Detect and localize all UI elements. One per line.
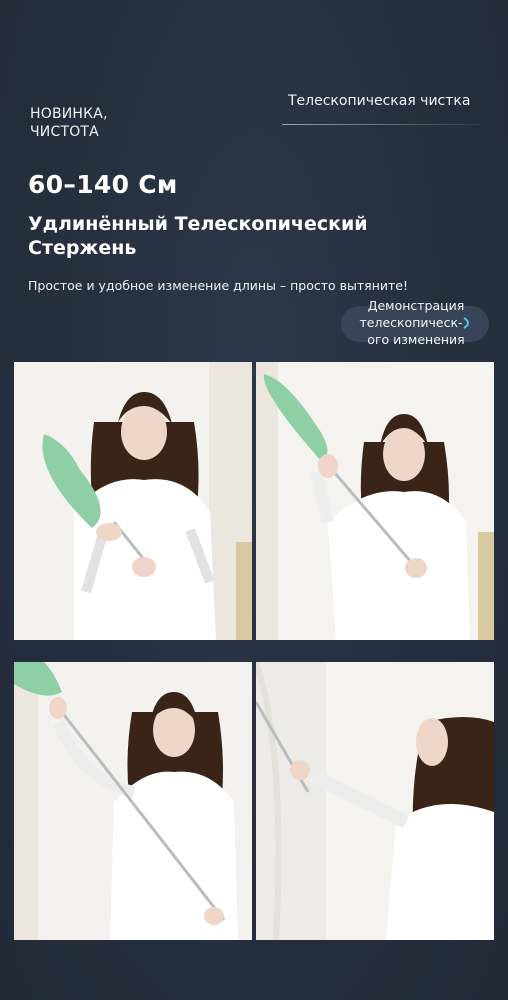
badge-line-2: ЧИСТОТА bbox=[30, 124, 99, 140]
new-badge: НОВИНКА, ЧИСТОТА bbox=[30, 105, 108, 141]
header-divider bbox=[282, 124, 482, 125]
demo-line-1: Демонстрация bbox=[367, 298, 465, 313]
demo-line-2: телескопическ- bbox=[346, 314, 486, 331]
headline-line-2: Стержень bbox=[28, 237, 137, 259]
play-dot-icon bbox=[462, 317, 469, 329]
headline-line-1: Удлинённый Телескопический bbox=[28, 213, 368, 235]
demo-line-3: ого изменения bbox=[367, 332, 465, 347]
demo-label: Демонстрация телескопическ- ого изменени… bbox=[346, 297, 486, 348]
demo-photo-3 bbox=[14, 662, 252, 940]
badge-line-1: НОВИНКА, bbox=[30, 106, 108, 122]
product-headline: Удлинённый Телескопический Стержень bbox=[28, 212, 428, 260]
size-range-title: 60–140 См bbox=[28, 170, 178, 199]
product-subline: Простое и удобное изменение длины – прос… bbox=[28, 278, 408, 293]
category-tag: Телескопическая чистка bbox=[288, 93, 471, 109]
demo-photo-2 bbox=[256, 362, 494, 640]
demo-photo-4 bbox=[256, 662, 494, 940]
demo-photo-1 bbox=[14, 362, 252, 640]
